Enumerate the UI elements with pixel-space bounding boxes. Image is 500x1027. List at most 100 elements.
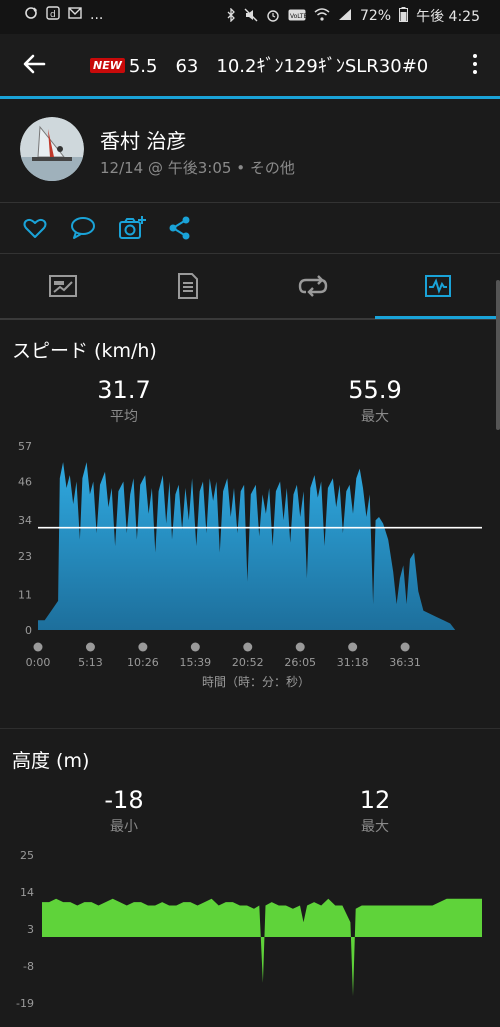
speed-x-tick-dot (243, 642, 253, 652)
speed-x-tick: 10:26 (127, 656, 159, 669)
speed-avg-value: 31.7 (97, 376, 151, 404)
speed-x-tick-dot (85, 642, 95, 652)
d-icon: d (46, 6, 60, 23)
speed-x-tick: 31:18 (337, 656, 369, 669)
status-ellipsis: ... (90, 6, 104, 23)
activity-date-type: 12/14 @ 午後3:05 • その他 (100, 159, 295, 177)
elevation-min-label: 最小 (110, 819, 138, 835)
like-button[interactable] (22, 215, 48, 241)
status-bar-right: VoLTE 72% 午後 4:25 (226, 6, 480, 26)
new-badge: NEW (90, 57, 125, 73)
chart-line-icon (424, 275, 451, 297)
section-divider (0, 728, 500, 729)
scrollbar[interactable] (496, 280, 500, 430)
elevation-y-tick: 3 (27, 923, 34, 936)
speed-area (38, 462, 456, 630)
activity-title: NEW 5.5 63 10.2ｷﾞﾝ129ｷﾞﾝSLR30#0 (90, 52, 428, 78)
speed-y-tick: 57 (18, 440, 32, 453)
speed-y-tick: 0 (25, 624, 32, 637)
app-bar: NEW 5.5 63 10.2ｷﾞﾝ129ｷﾞﾝSLR30#0 (0, 34, 500, 96)
speed-x-tick: 15:39 (179, 656, 211, 669)
elevation-min: -18 最小 (64, 786, 184, 836)
action-row (0, 203, 500, 254)
app-bar-accent-line (0, 96, 500, 99)
document-list-icon (177, 273, 198, 299)
activity-tabs (0, 254, 500, 320)
speed-x-tick-dot (348, 642, 358, 652)
battery-icon (399, 7, 409, 25)
flag-chart-icon (48, 275, 77, 297)
mute-icon (244, 8, 258, 25)
speed-x-tick: 5:13 (78, 656, 103, 669)
activity-title-text: 5.5 63 10.2ｷﾞﾝ129ｷﾞﾝSLR30#0 (128, 56, 429, 77)
speed-x-tick: 20:52 (232, 656, 264, 669)
signal-icon (338, 8, 352, 24)
elevation-y-tick: -8 (23, 960, 34, 973)
dot-icon (473, 54, 477, 58)
wifi-icon (314, 8, 330, 24)
comment-button[interactable] (70, 215, 96, 241)
share-icon (169, 216, 190, 240)
speed-avg-label: 平均 (110, 409, 138, 425)
speed-x-tick: 0:00 (26, 656, 51, 669)
speed-x-tick: 26:05 (284, 656, 316, 669)
speed-x-tick-dot (33, 642, 43, 652)
status-bar: d ... VoLTE 72% 午後 4:25 (0, 0, 500, 34)
active-tab-indicator (375, 316, 500, 319)
speed-x-tick-dot (138, 642, 148, 652)
sync-icon (24, 6, 38, 23)
speed-y-tick: 46 (18, 476, 32, 489)
clock: 午後 4:25 (416, 9, 480, 25)
speed-x-axis-label: 時間（時：分：秒） (202, 675, 310, 689)
speed-max-label: 最大 (361, 409, 389, 425)
elevation-max-label: 最大 (361, 819, 389, 835)
elevation-y-tick: -19 (16, 997, 34, 1010)
speed-avg: 31.7 平均 (64, 376, 184, 426)
avatar[interactable] (20, 117, 84, 181)
speed-max-value: 55.9 (348, 376, 402, 404)
loop-icon (298, 275, 327, 297)
activity-owner: 香村 治彦 12/14 @ 午後3:05 • その他 (0, 100, 500, 203)
speed-x-tick-dot (295, 642, 305, 652)
elevation-min-value: -18 (104, 786, 144, 814)
tab-overview[interactable] (0, 254, 125, 318)
tab-laps[interactable] (250, 254, 375, 318)
arrow-left-icon (23, 54, 46, 74)
speed-x-tick-dot (190, 642, 200, 652)
speed-title: スピード (km/h) (12, 340, 157, 362)
heart-icon (23, 218, 47, 238)
elevation-area (42, 898, 482, 997)
bluetooth-icon (226, 6, 236, 25)
battery-percent: 72% (359, 8, 392, 24)
camera-plus-icon (119, 216, 146, 239)
elevation-chart[interactable]: -19 -8 3 14 25 (0, 845, 500, 1025)
speed-y-tick: 34 (18, 514, 32, 527)
speed-x-tick-dot (400, 642, 410, 652)
add-photo-button[interactable] (118, 215, 146, 241)
more-options-button[interactable] (468, 48, 482, 80)
status-bar-left: d ... (24, 6, 103, 23)
tab-charts[interactable] (375, 254, 500, 318)
dot-icon (473, 62, 477, 66)
back-button[interactable] (20, 50, 50, 80)
elevation-max-value: 12 (359, 786, 391, 814)
svg-text:d: d (50, 10, 56, 20)
speed-max: 55.9 最大 (315, 376, 435, 426)
tab-stats[interactable] (125, 254, 250, 318)
speed-x-tick: 36:31 (389, 656, 421, 669)
owner-name[interactable]: 香村 治彦 (100, 125, 186, 154)
speed-y-tick: 23 (18, 550, 32, 563)
volte-icon: VoLTE (288, 9, 307, 24)
speed-chart[interactable]: 0 11 23 34 46 57 0:00 5:13 10:26 15:39 20:52 26:05 3… (0, 436, 500, 696)
elevation-max: 12 最大 (315, 786, 435, 836)
alarm-icon (266, 8, 280, 25)
elevation-title: 高度 (m) (12, 750, 90, 772)
speed-y-tick: 11 (18, 588, 32, 601)
comment-icon (71, 217, 95, 239)
svg-text:VoLTE: VoLTE (290, 13, 306, 20)
mail-icon (68, 7, 82, 22)
share-button[interactable] (168, 215, 194, 241)
elevation-y-tick: 14 (20, 886, 34, 899)
dot-icon (473, 70, 477, 74)
elevation-y-tick: 25 (20, 849, 34, 862)
